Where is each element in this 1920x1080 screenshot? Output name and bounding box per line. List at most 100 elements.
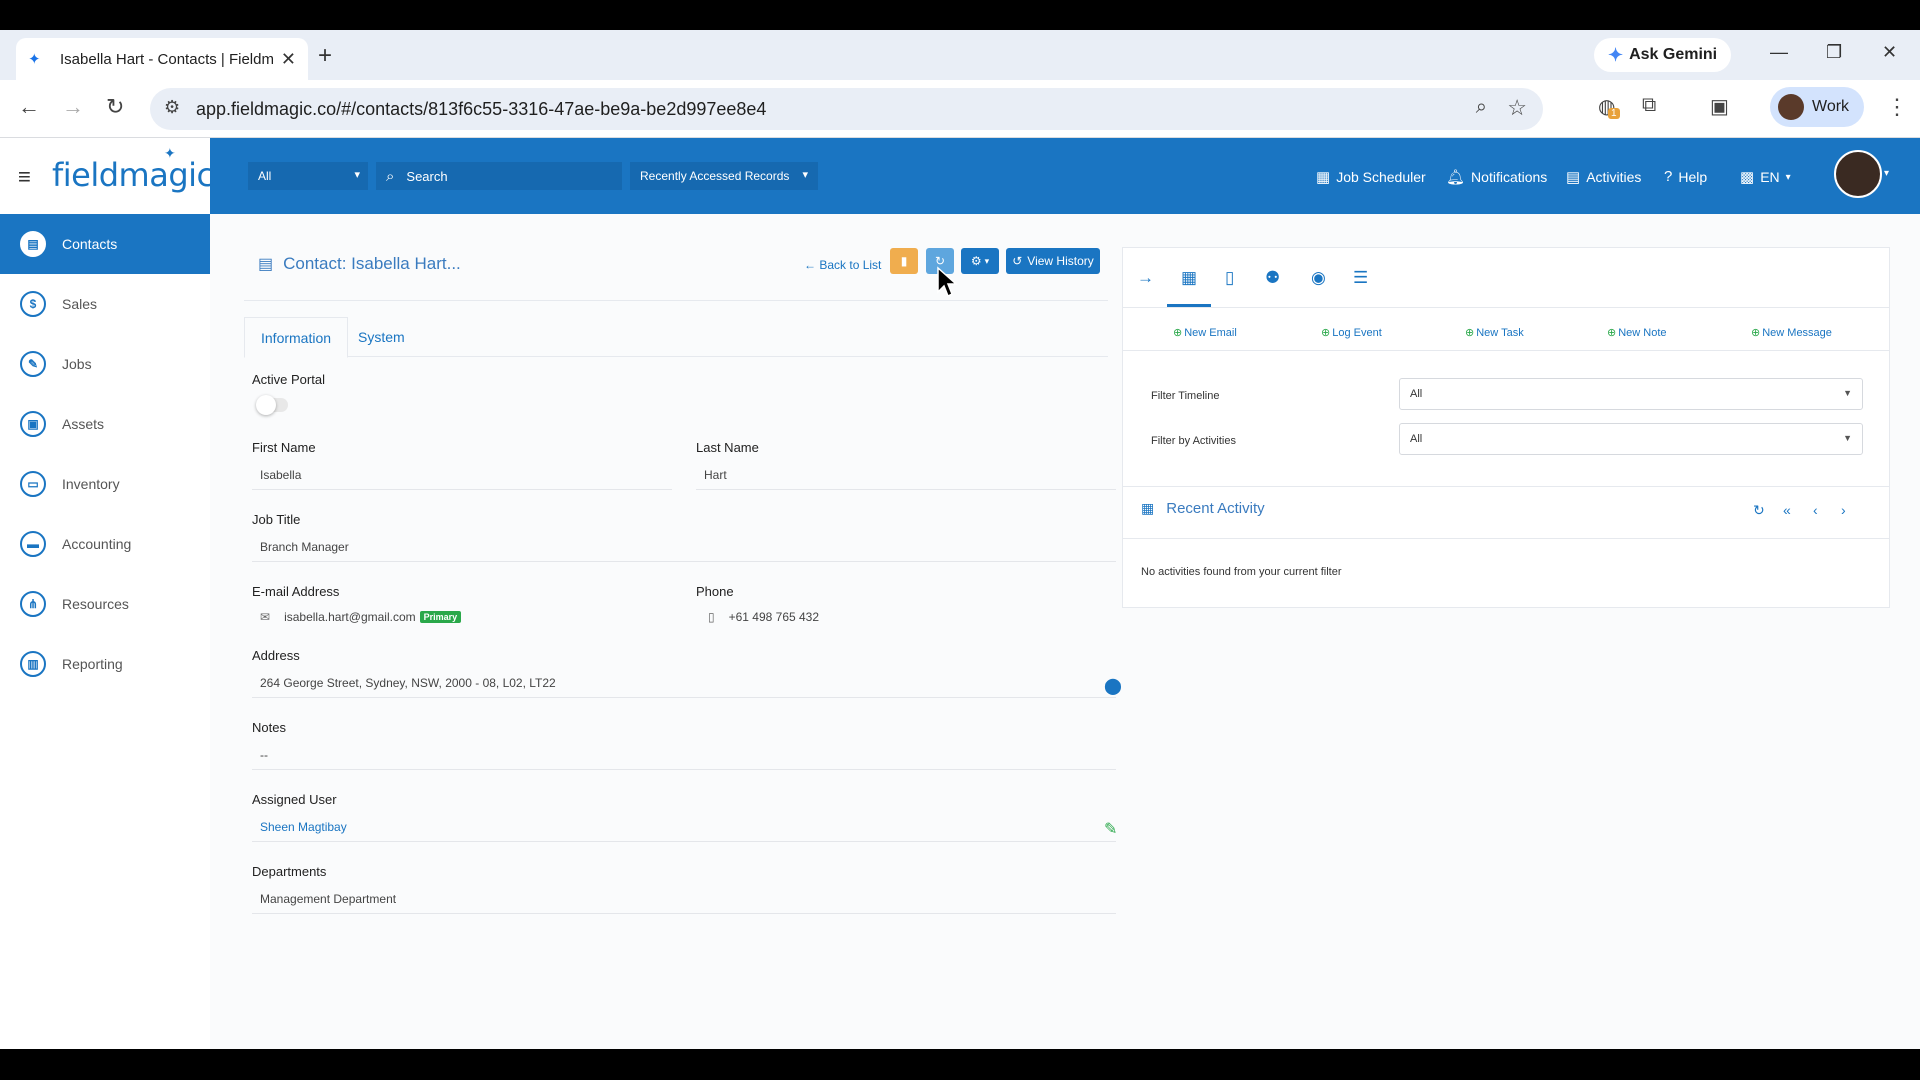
module-filter-select[interactable]: All ▾ bbox=[248, 162, 368, 190]
sidebar-item-assets[interactable]: ▣ Assets bbox=[0, 394, 210, 454]
filter-timeline-label: Filter Timeline bbox=[1151, 390, 1220, 402]
address-bar[interactable]: ⚙ app.fieldmagic.co/#/contacts/813f6c55-… bbox=[150, 88, 1543, 130]
zoom-icon[interactable]: ⌕ bbox=[1476, 96, 1487, 119]
location-pin-icon[interactable]: ◉ bbox=[1311, 268, 1326, 288]
restore-icon[interactable]: ❐ bbox=[1826, 42, 1842, 63]
report-icon: ▥ bbox=[20, 651, 46, 677]
job-title-field[interactable]: Branch Manager bbox=[252, 534, 1116, 562]
search-input[interactable]: ⌕ Search bbox=[376, 162, 622, 190]
language-select[interactable]: ▩ EN ▾ bbox=[1740, 168, 1791, 186]
browser-tab-strip: ✦ Isabella Hart - Contacts | Fieldm ✕ + … bbox=[0, 30, 1920, 80]
browser-menu-icon[interactable]: ⋮ bbox=[1886, 94, 1908, 120]
active-portal-toggle[interactable] bbox=[256, 395, 288, 415]
active-tab-underline bbox=[1167, 304, 1211, 307]
view-history-button[interactable]: ↺ View History bbox=[1006, 248, 1100, 274]
tab-search-icon[interactable]: ▣ bbox=[1710, 94, 1729, 119]
first-page-icon[interactable]: « bbox=[1783, 502, 1791, 518]
next-page-icon[interactable]: › bbox=[1841, 502, 1846, 518]
activities-icon: ▤ bbox=[1566, 169, 1581, 186]
phone-value[interactable]: ▯ +61 498 765 432 bbox=[708, 610, 819, 624]
back-icon[interactable]: ← bbox=[18, 94, 40, 120]
phone-label: Phone bbox=[696, 584, 734, 599]
chevron-down-icon: ▾ bbox=[802, 169, 808, 181]
ask-gemini-button[interactable]: ✦ Ask Gemini bbox=[1594, 38, 1732, 72]
last-name-field[interactable]: Hart bbox=[696, 462, 1116, 490]
filter-divider bbox=[1123, 486, 1889, 487]
sidebar-item-accounting[interactable]: ▬ Accounting bbox=[0, 514, 210, 574]
calendar-icon[interactable]: ▦ bbox=[1181, 268, 1197, 288]
tab-information[interactable]: Information bbox=[244, 317, 349, 358]
sidebar-item-contacts[interactable]: ▤ Contacts bbox=[0, 214, 210, 274]
refresh-icon[interactable]: ↻ bbox=[1753, 502, 1765, 519]
sidebar-item-sales[interactable]: $ Sales bbox=[0, 274, 210, 334]
new-tab-icon[interactable]: + bbox=[318, 42, 332, 70]
last-name-label: Last Name bbox=[696, 440, 759, 455]
page-title: ▤ Contact: Isabella Hart... bbox=[258, 254, 461, 273]
contact-card-icon: ▤ bbox=[258, 256, 274, 273]
notifications-link[interactable]: 🔔︎ Notifications bbox=[1446, 168, 1547, 186]
filter-timeline-select[interactable]: All ▼ bbox=[1399, 378, 1863, 410]
sidebar-item-resources[interactable]: ⋔ Resources bbox=[0, 574, 210, 634]
notes-label: Notes bbox=[252, 720, 286, 735]
primary-badge: Primary bbox=[419, 611, 462, 623]
sidebar: ▤ Contacts $ Sales ✎ Jobs ▣ Assets ▭ Inv… bbox=[0, 214, 210, 1049]
chevron-down-icon[interactable]: ▾ bbox=[1884, 168, 1889, 179]
notes-field[interactable]: -- bbox=[252, 742, 1116, 770]
forward-icon[interactable]: → bbox=[62, 94, 84, 120]
delete-button[interactable]: ▮ bbox=[890, 248, 918, 274]
filter-activities-select[interactable]: All ▼ bbox=[1399, 423, 1863, 455]
browser-tab[interactable]: ✦ Isabella Hart - Contacts | Fieldm ✕ bbox=[16, 38, 308, 80]
plus-circle-icon: ⊕ bbox=[1173, 327, 1183, 339]
chevron-down-icon: ▼ bbox=[1843, 433, 1852, 443]
user-avatar[interactable] bbox=[1834, 150, 1882, 198]
close-tab-icon[interactable]: ✕ bbox=[281, 49, 296, 70]
help-link[interactable]: ? Help bbox=[1664, 168, 1707, 185]
puzzle-extensions-icon[interactable]: ⧉ bbox=[1642, 94, 1656, 117]
document-icon[interactable]: ▯ bbox=[1225, 268, 1234, 288]
list-icon[interactable]: ☰ bbox=[1353, 268, 1368, 288]
network-icon: ⋔ bbox=[20, 591, 46, 617]
bookmark-star-icon[interactable]: ☆ bbox=[1507, 95, 1527, 121]
contact-book-icon: ▤ bbox=[20, 231, 46, 257]
question-icon: ? bbox=[1664, 168, 1673, 185]
tab-system[interactable]: System bbox=[342, 317, 421, 357]
settings-dropdown-button[interactable]: ⚙ ▾ bbox=[961, 248, 999, 274]
users-icon[interactable]: ⚉ bbox=[1265, 268, 1280, 288]
map-pin-icon[interactable]: ⬤ bbox=[1104, 676, 1122, 696]
sidebar-item-jobs[interactable]: ✎ Jobs bbox=[0, 334, 210, 394]
close-window-icon[interactable]: ✕ bbox=[1882, 42, 1897, 63]
recent-records-select[interactable]: Recently Accessed Records ▾ bbox=[630, 162, 818, 190]
reload-icon[interactable]: ↻ bbox=[106, 94, 124, 120]
envelope-icon: ✉ bbox=[260, 610, 271, 624]
new-note-button[interactable]: ⊕ New Note bbox=[1607, 326, 1667, 339]
sidebar-item-reporting[interactable]: ▥ Reporting bbox=[0, 634, 210, 694]
departments-field[interactable]: Management Department bbox=[252, 886, 1116, 914]
recent-activity-title: ▦ Recent Activity bbox=[1141, 500, 1265, 517]
address-field[interactable]: 264 George Street, Sydney, NSW, 2000 - 0… bbox=[252, 670, 1116, 698]
chevron-down-icon: ▾ bbox=[984, 255, 990, 266]
fieldmagic-logo[interactable]: fieldmagic ✦ bbox=[52, 146, 214, 194]
mobile-phone-icon: ▯ bbox=[708, 610, 715, 624]
assigned-user-label: Assigned User bbox=[252, 792, 337, 807]
back-to-list-link[interactable]: ← Back to List bbox=[804, 258, 881, 272]
activities-link[interactable]: ▤ Activities bbox=[1566, 168, 1641, 186]
sidebar-item-inventory[interactable]: ▭ Inventory bbox=[0, 454, 210, 514]
log-event-button[interactable]: ⊕ Log Event bbox=[1321, 326, 1382, 339]
first-name-field[interactable]: Isabella bbox=[252, 462, 672, 490]
site-settings-icon[interactable]: ⚙ bbox=[164, 97, 180, 118]
arrow-right-icon[interactable]: → bbox=[1137, 268, 1154, 288]
hamburger-menu-icon[interactable]: ≡ bbox=[18, 164, 31, 190]
browser-window: ✦ Isabella Hart - Contacts | Fieldm ✕ + … bbox=[0, 30, 1920, 1049]
new-message-button[interactable]: ⊕ New Message bbox=[1751, 326, 1832, 339]
email-value[interactable]: ✉ isabella.hart@gmail.com Primary bbox=[260, 610, 462, 624]
minimize-icon[interactable]: — bbox=[1770, 42, 1788, 63]
contact-details: ▤ Contact: Isabella Hart... ← Back to Li… bbox=[244, 214, 1124, 1049]
assigned-user-link[interactable]: Sheen Magtibay bbox=[252, 814, 1116, 842]
browser-toolbar: ← → ↻ ⚙ app.fieldmagic.co/#/contacts/813… bbox=[0, 80, 1920, 138]
new-email-button[interactable]: ⊕ New Email bbox=[1173, 326, 1237, 339]
previous-page-icon[interactable]: ‹ bbox=[1813, 502, 1818, 518]
main-content: ▤ Contact: Isabella Hart... ← Back to Li… bbox=[210, 214, 1920, 1049]
profile-button[interactable]: Work bbox=[1770, 87, 1864, 127]
job-scheduler-link[interactable]: ▦ Job Scheduler bbox=[1316, 168, 1426, 186]
new-task-button[interactable]: ⊕ New Task bbox=[1465, 326, 1524, 339]
